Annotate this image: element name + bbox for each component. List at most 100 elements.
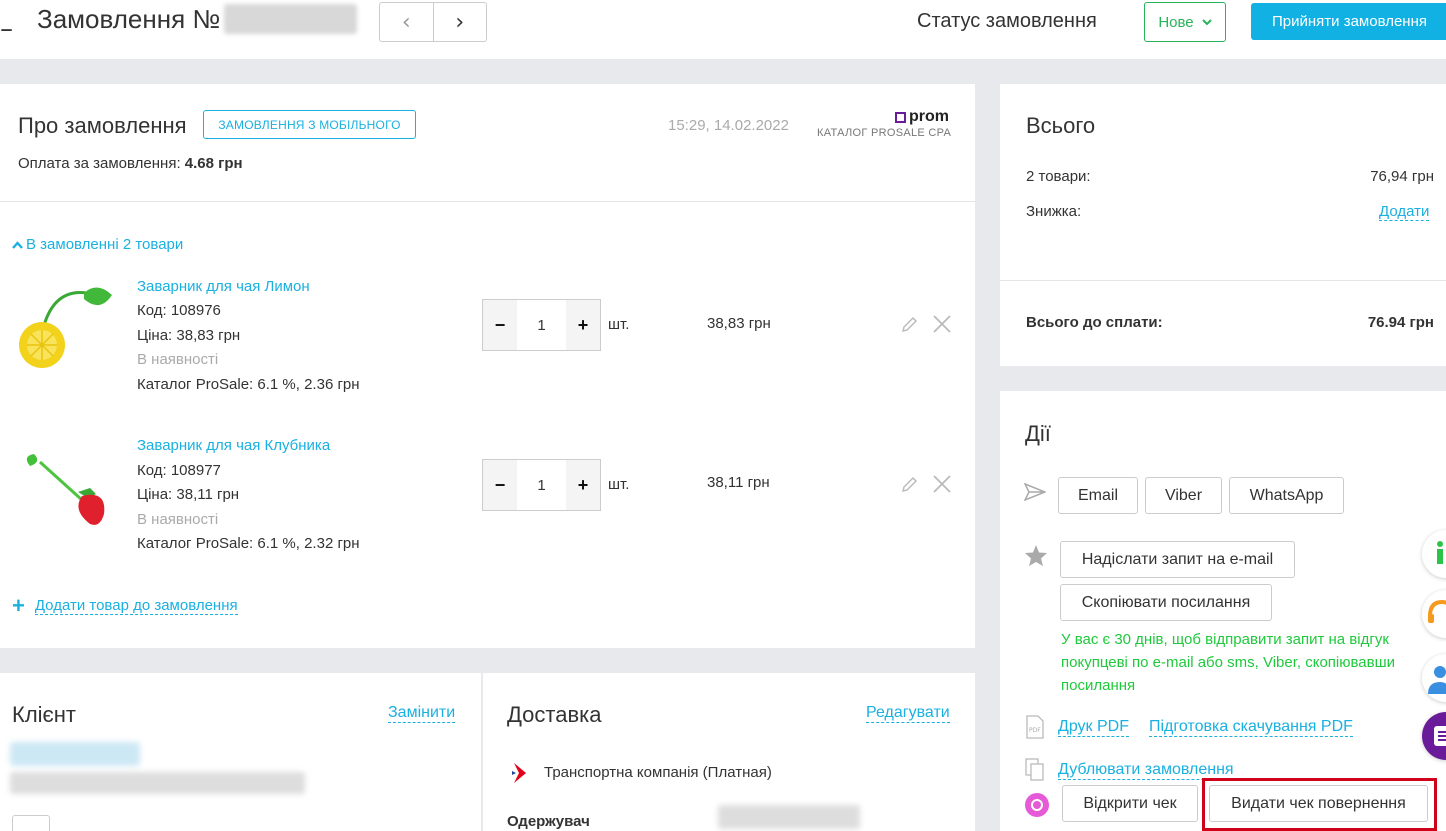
- whatsapp-button[interactable]: WhatsApp: [1229, 477, 1344, 514]
- svg-text:PDF: PDF: [1029, 727, 1041, 734]
- order-section-title: Про замовлення: [18, 113, 187, 138]
- star-icon: [1025, 545, 1047, 566]
- totals-title: Всього: [1026, 113, 1096, 138]
- support-widget-button[interactable]: [1422, 590, 1446, 638]
- pdf-icon: PDF: [1026, 715, 1044, 739]
- status-label: Статус замовлення: [917, 10, 1097, 32]
- product-price: Ціна: 38,83 грн: [137, 327, 241, 344]
- item-total: 38,11 грн: [707, 474, 770, 491]
- product-name-link[interactable]: Заварник для чая Лимон: [137, 278, 310, 295]
- pencil-icon[interactable]: [900, 475, 919, 494]
- product-code: Код: 108977: [137, 462, 221, 479]
- items-toggle-label: В замовленні 2 товари: [26, 236, 184, 253]
- close-icon[interactable]: [932, 474, 952, 494]
- next-order-button[interactable]: ›: [432, 3, 487, 41]
- chevron-left-icon: ‹: [401, 9, 411, 35]
- quantity-value[interactable]: 1: [517, 317, 566, 334]
- nova-poshta-icon: [512, 763, 526, 783]
- prom-logo: prom: [895, 108, 949, 126]
- pencil-icon[interactable]: [900, 315, 919, 334]
- order-datetime: 15:29, 14.02.2022: [668, 117, 789, 134]
- discount-label: Знижка:: [1026, 203, 1082, 220]
- email-button[interactable]: Email: [1058, 477, 1138, 514]
- decrease-button[interactable]: −: [483, 300, 517, 350]
- increase-button[interactable]: +: [566, 300, 600, 350]
- product-catalog: Каталог ProSale: 6.1 %, 2.32 грн: [137, 535, 360, 552]
- unit-label: шт.: [608, 476, 630, 493]
- product-catalog: Каталог ProSale: 6.1 %, 2.36 грн: [137, 376, 360, 393]
- headset-icon: [1428, 599, 1446, 623]
- product-code: Код: 108976: [137, 302, 221, 319]
- chevron-up-icon: [12, 241, 23, 249]
- status-select[interactable]: Нове: [1144, 2, 1226, 42]
- chevron-down-icon: [1201, 18, 1212, 25]
- decrease-button[interactable]: −: [483, 460, 517, 510]
- receipt-service-icon: [1025, 793, 1049, 817]
- back-arrow-icon[interactable]: –: [0, 14, 13, 44]
- quantity-stepper: − 1 +: [482, 459, 601, 511]
- payment-label: Оплата за замовлення:: [18, 155, 181, 172]
- quantity-value[interactable]: 1: [517, 477, 566, 494]
- items-sum: 76,94 грн: [1370, 168, 1434, 185]
- add-product-label: Додати товар до замовлення: [34, 597, 238, 615]
- items-count-label: 2 товари:: [1026, 168, 1091, 185]
- payment-info: Оплата за замовлення: 4.68 грн: [18, 155, 243, 172]
- viber-button[interactable]: Viber: [1145, 477, 1222, 514]
- prepare-pdf-link[interactable]: Підготовка скачування PDF: [1149, 718, 1353, 737]
- mobile-order-badge: ЗАМОВЛЕННЯ З МОБІЛЬНОГО: [203, 110, 416, 139]
- recipient-redacted: [718, 805, 860, 829]
- info-icon: [1437, 541, 1443, 564]
- order-pager: ‹ ›: [379, 2, 487, 42]
- chevron-right-icon: ›: [455, 9, 465, 35]
- actions-title: Дії: [1025, 421, 1051, 446]
- print-pdf-link[interactable]: Друк PDF: [1058, 718, 1129, 737]
- info-widget-button[interactable]: [1422, 530, 1446, 578]
- add-product-link[interactable]: + Додати товар до замовлення: [12, 595, 238, 617]
- recipient-label: Одержувач: [507, 813, 590, 830]
- previous-order-button[interactable]: ‹: [380, 3, 433, 41]
- users-widget-button[interactable]: [1422, 654, 1446, 702]
- grand-total-value: 76.94 грн: [1367, 314, 1434, 331]
- highlight-box: [1202, 778, 1437, 831]
- prom-logo-icon: [895, 111, 906, 123]
- product-image-lemon[interactable]: [12, 273, 122, 383]
- divider: [1000, 280, 1446, 281]
- catalog-label: КАТАЛОГ PROSALE CPA: [817, 127, 952, 139]
- delivery-method: Транспортна компанія (Платная): [544, 764, 772, 781]
- users-icon: [1428, 666, 1446, 694]
- grand-total-label: Всього до сплати:: [1026, 314, 1163, 331]
- open-receipt-button[interactable]: Відкрити чек: [1062, 785, 1198, 822]
- product-price: Ціна: 38,11 грн: [137, 486, 240, 503]
- close-icon[interactable]: [932, 314, 952, 334]
- chat-widget-button[interactable]: [1422, 712, 1446, 760]
- payment-value: 4.68 грн: [184, 155, 243, 172]
- delivery-title: Доставка: [507, 702, 602, 727]
- order-number-redacted: [224, 4, 357, 34]
- edit-delivery-link[interactable]: Редагувати: [866, 704, 950, 723]
- client-name-redacted: [10, 742, 140, 766]
- page-title: Замовлення №: [37, 4, 221, 34]
- client-title: Клієнт: [12, 702, 76, 727]
- product-stock: В наявності: [137, 351, 219, 368]
- product-image-strawberry[interactable]: [12, 432, 122, 542]
- unit-label: шт.: [608, 316, 630, 333]
- product-stock: В наявності: [137, 511, 219, 528]
- items-toggle[interactable]: В замовленні 2 товари: [12, 236, 183, 253]
- copy-link-button[interactable]: Скопіювати посилання: [1060, 584, 1272, 621]
- client-contact-redacted: [10, 772, 305, 794]
- add-client-field-button[interactable]: [12, 815, 50, 831]
- replace-client-link[interactable]: Замінити: [388, 704, 456, 723]
- duplicate-icon: [1025, 758, 1044, 781]
- quantity-stepper: − 1 +: [482, 299, 601, 351]
- send-icon: [1024, 483, 1046, 501]
- prom-logo-text: prom: [909, 108, 949, 125]
- increase-button[interactable]: +: [566, 460, 600, 510]
- divider: [0, 201, 975, 202]
- send-review-request-button[interactable]: Надіслати запит на e-mail: [1060, 541, 1295, 578]
- product-name-link[interactable]: Заварник для чая Клубника: [137, 437, 330, 454]
- accept-order-button[interactable]: Прийняти замовлення: [1251, 3, 1446, 40]
- item-total: 38,83 грн: [707, 315, 771, 332]
- plus-icon: +: [12, 593, 25, 618]
- review-notice: У вас є 30 днів, щоб відправити запит на…: [1061, 631, 1396, 694]
- add-discount-link[interactable]: Додати: [1379, 203, 1430, 221]
